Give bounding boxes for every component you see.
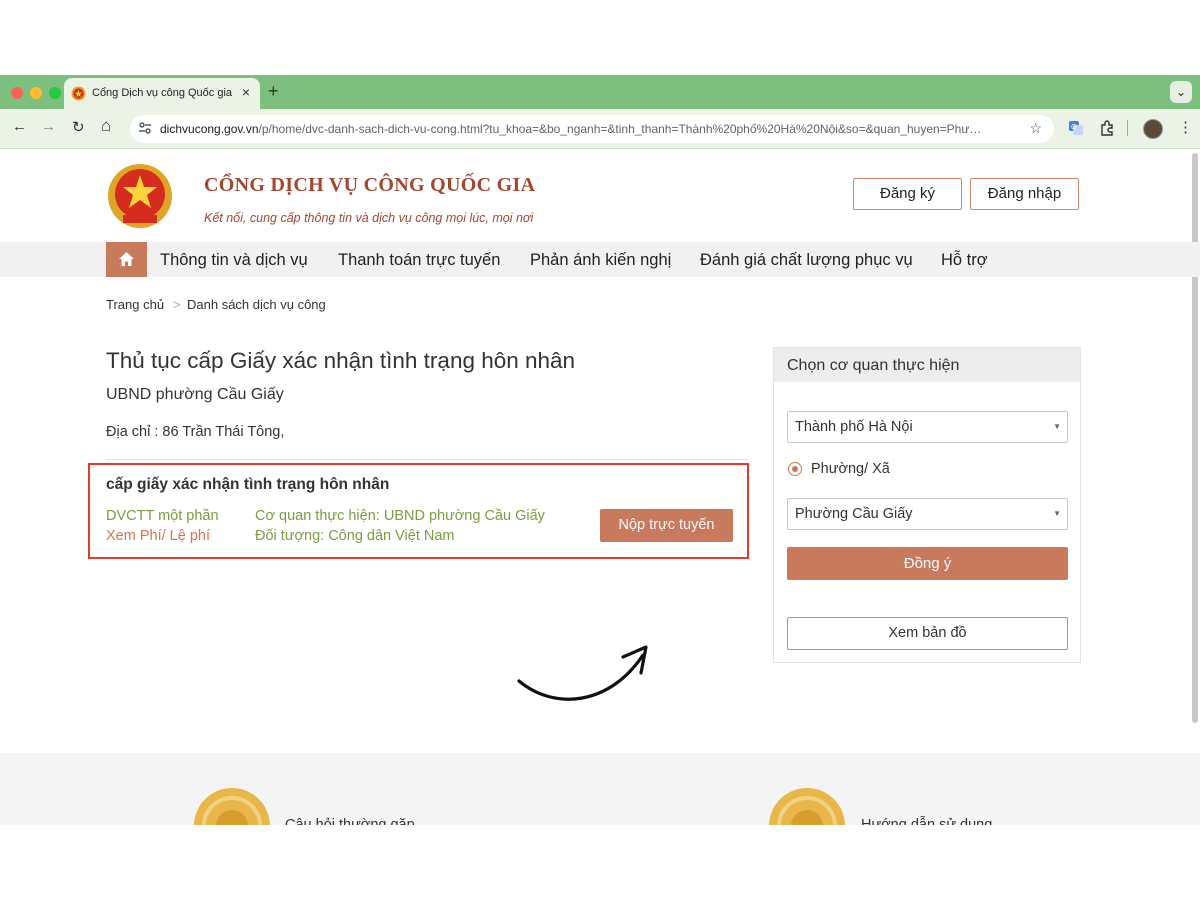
- url-host: dichvucong.gov.vn: [160, 122, 259, 136]
- browser-tab[interactable]: Cổng Dịch vụ công Quốc gia ×: [64, 78, 260, 109]
- new-tab-icon[interactable]: +: [268, 81, 279, 102]
- close-window-icon[interactable]: [11, 87, 23, 99]
- national-emblem-icon: [108, 164, 172, 228]
- nav-item-info-services[interactable]: Thông tin và dịch vụ: [160, 251, 308, 270]
- home-page-icon[interactable]: ⌂: [101, 116, 111, 136]
- province-select[interactable]: Thành phố Hà Nội ▼: [787, 411, 1068, 443]
- service-card: cấp giấy xác nhận tình trạng hôn nhân DV…: [88, 463, 749, 559]
- curved-arrow-icon: [517, 645, 648, 701]
- breadcrumb-current: Danh sách dịch vụ công: [187, 297, 326, 312]
- home-icon: [119, 252, 134, 266]
- address-bar[interactable]: dichvucong.gov.vn/p/home/dvc-danh-sach-d…: [130, 115, 1054, 143]
- divider: [106, 459, 748, 460]
- tab-search-icon[interactable]: ⌄: [1170, 81, 1192, 103]
- url-text: dichvucong.gov.vn/p/home/dvc-danh-sach-d…: [160, 122, 981, 136]
- site-logo-title[interactable]: CỔNG DỊCH VỤ CÔNG QUỐC GIA: [204, 174, 535, 197]
- panel-title: Chọn cơ quan thực hiện: [787, 357, 960, 374]
- service-audience: Đối tượng: Công dân Việt Nam: [255, 528, 455, 544]
- breadcrumb-home[interactable]: Trang chủ: [106, 297, 164, 312]
- faq-link[interactable]: Câu hỏi thường gặp: [285, 817, 415, 825]
- browser-window: Cổng Dịch vụ công Quốc gia × + ⌄ ← → ↻ ⌂…: [0, 75, 1200, 825]
- nav-home-button[interactable]: [106, 242, 147, 277]
- tab-strip: Cổng Dịch vụ công Quốc gia × + ⌄: [0, 75, 1200, 109]
- agency-selector-panel: Chọn cơ quan thực hiện Thành phố Hà Nội …: [773, 347, 1081, 663]
- fee-link[interactable]: Xem Phí/ Lệ phí: [106, 528, 210, 544]
- toolbar-divider: [1127, 120, 1128, 136]
- nav-item-service-rating[interactable]: Đánh giá chất lượng phục vụ: [700, 251, 913, 270]
- service-name[interactable]: cấp giấy xác nhận tình trạng hôn nhân: [106, 476, 389, 494]
- service-level: DVCTT một phần: [106, 508, 219, 524]
- faq-emblem-icon[interactable]: [193, 787, 271, 825]
- minimize-window-icon[interactable]: [30, 87, 42, 99]
- extensions-icon[interactable]: [1099, 120, 1115, 136]
- agency-address: Địa chỉ : 86 Trần Thái Tông,: [106, 424, 285, 440]
- url-path: /p/home/dvc-danh-sach-dich-vu-cong.html?…: [258, 122, 982, 136]
- panel-header: Chọn cơ quan thực hiện: [774, 348, 1080, 382]
- maximize-window-icon[interactable]: [49, 87, 61, 99]
- dropdown-caret-icon: ▼: [1053, 422, 1061, 431]
- page-content: CỔNG DỊCH VỤ CÔNG QUỐC GIA Kết nối, cung…: [0, 149, 1200, 825]
- page-title: Thủ tục cấp Giấy xác nhận tình trạng hôn…: [106, 348, 576, 373]
- browser-toolbar: ← → ↻ ⌂ dichvucong.gov.vn/p/home/dvc-dan…: [0, 109, 1200, 149]
- ward-radio[interactable]: [788, 462, 802, 476]
- agency-name: UBND phường Cầu Giấy: [106, 386, 284, 403]
- footer: Câu hỏi thường gặp Hướng dẫn sử dụng: [0, 753, 1200, 825]
- breadcrumb-separator: >: [173, 297, 181, 312]
- site-tagline: Kết nối, cung cấp thông tin và dịch vụ c…: [204, 211, 534, 225]
- emblem-favicon-icon: [71, 86, 86, 101]
- bookmark-star-icon[interactable]: ☆: [1029, 120, 1042, 137]
- ward-value: Phường Cầu Giấy: [795, 506, 913, 522]
- ward-select[interactable]: Phường Cầu Giấy ▼: [787, 498, 1068, 530]
- page-scrollbar[interactable]: [1192, 153, 1198, 723]
- nav-item-support[interactable]: Hỗ trợ: [941, 251, 988, 270]
- tab-close-icon[interactable]: ×: [242, 84, 250, 100]
- guide-emblem-icon[interactable]: [768, 787, 846, 825]
- reload-icon[interactable]: ↻: [72, 118, 85, 136]
- agree-button[interactable]: Đồng ý: [787, 547, 1068, 580]
- submit-online-button[interactable]: Nộp trực tuyến: [600, 509, 733, 542]
- tab-title: Cổng Dịch vụ công Quốc gia: [92, 87, 233, 99]
- svg-text:G: G: [1071, 123, 1076, 131]
- login-button[interactable]: Đăng nhập: [970, 178, 1079, 210]
- main-nav: Thông tin và dịch vụ Thanh toán trực tuy…: [0, 242, 1200, 277]
- profile-avatar[interactable]: [1143, 119, 1163, 139]
- dropdown-caret-icon: ▼: [1053, 509, 1061, 518]
- browser-menu-icon[interactable]: ⋮: [1178, 118, 1193, 136]
- view-map-button[interactable]: Xem bản đồ: [787, 617, 1068, 650]
- translate-icon[interactable]: G: [1068, 120, 1084, 136]
- register-button[interactable]: Đăng ký: [853, 178, 962, 210]
- nav-item-online-payment[interactable]: Thanh toán trực tuyến: [338, 251, 500, 270]
- site-settings-icon[interactable]: [138, 121, 152, 135]
- nav-item-feedback[interactable]: Phản ánh kiến nghị: [530, 251, 671, 270]
- province-value: Thành phố Hà Nội: [795, 419, 913, 435]
- back-icon[interactable]: ←: [12, 118, 27, 135]
- ward-radio-label[interactable]: Phường/ Xã: [811, 461, 890, 477]
- forward-icon[interactable]: →: [41, 118, 56, 135]
- service-agency: Cơ quan thực hiện: UBND phường Cầu Giấy: [255, 508, 545, 524]
- user-guide-link[interactable]: Hướng dẫn sử dụng: [861, 817, 992, 825]
